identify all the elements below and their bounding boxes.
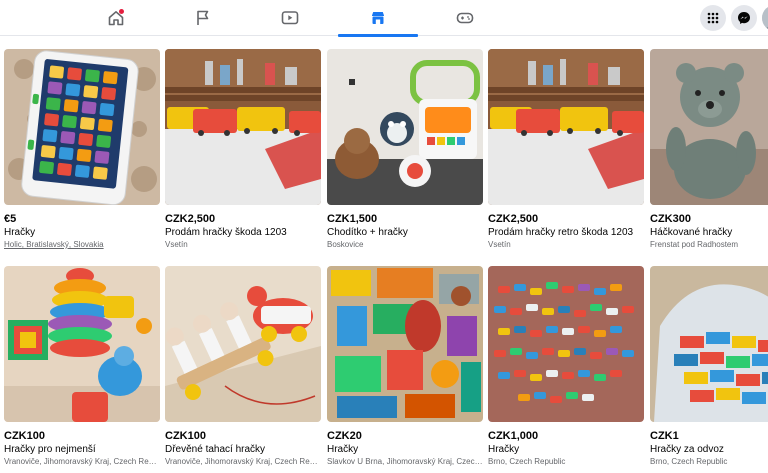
avatar-image: [762, 5, 768, 31]
listing-card[interactable]: CZK300 Háčkované hračky Frenstat pod Rad…: [650, 49, 768, 251]
listing-price: CZK1,000: [488, 430, 539, 442]
listing-card[interactable]: CZK1 Hračky za odvoz Brno, Czech Republi…: [650, 266, 768, 468]
listing-location: Brno, Czech Republic: [650, 457, 728, 466]
crochet-teddy-photo: [650, 49, 768, 205]
menu-grid-icon: [707, 12, 719, 24]
toy-vans-photo: [488, 49, 644, 205]
nav-tab-marketplace[interactable]: [338, 0, 418, 37]
nav-tab-pages[interactable]: [163, 0, 243, 36]
listing-location: Brno, Czech Republic: [488, 457, 566, 466]
listing-location: Vranoviče, Jihomoravský Kraj, Czech Repu…: [165, 457, 321, 466]
listing-title: Hračky za odvoz: [650, 444, 724, 455]
listing-location: Frenstat pod Radhostem: [650, 240, 739, 249]
stacking-toys-photo: [4, 266, 160, 422]
listing-title: Chodítko + hračky: [327, 227, 408, 238]
listing-photo[interactable]: [650, 49, 768, 205]
listing-photo[interactable]: [488, 49, 644, 205]
notification-dot: [119, 9, 124, 14]
listing-location: Holic, Bratislavský, Slovakia: [4, 240, 104, 249]
listing-price: CZK2,500: [488, 213, 539, 225]
listing-title: Prodám hračky škoda 1203: [165, 227, 287, 238]
listing-price: CZK2,500: [165, 213, 216, 225]
pile-of-toys-photo: [327, 266, 483, 422]
messenger-button[interactable]: [731, 5, 757, 31]
listing-price: €5: [4, 213, 17, 225]
listing-photo[interactable]: [165, 49, 321, 205]
flag-icon: [197, 10, 209, 25]
listing-title: Hračky: [4, 227, 36, 238]
listing-photo[interactable]: [327, 49, 483, 205]
tablet-toy-photo: [4, 49, 160, 205]
listing-price: CZK1: [650, 430, 679, 442]
listing-title: Dřevěné tahací hračky: [165, 444, 266, 455]
listing-photo[interactable]: [650, 266, 768, 422]
listing-price: CZK100: [165, 430, 206, 442]
listing-price: CZK20: [327, 430, 362, 442]
listing-card[interactable]: CZK20 Hračky Slavkov U Brna, Jihomoravsk…: [327, 266, 483, 468]
listing-card[interactable]: CZK2,500 Prodám hračky škoda 1203 Vsetín: [165, 49, 321, 251]
menu-button[interactable]: [700, 5, 726, 31]
toy-cars-photo: [488, 266, 644, 422]
profile-avatar[interactable]: [762, 5, 768, 31]
listing-title: Hračky: [488, 444, 520, 455]
nav-tab-watch[interactable]: [250, 0, 330, 36]
listing-location: Boskovice: [327, 240, 364, 249]
listing-card[interactable]: CZK100 Dřevěné tahací hračky Vranoviče, …: [165, 266, 321, 468]
listing-price: CZK100: [4, 430, 45, 442]
listing-photo[interactable]: [327, 266, 483, 422]
nav-tab-home[interactable]: [76, 0, 156, 36]
listing-card[interactable]: CZK2,500 Prodám hračky retro škoda 1203 …: [488, 49, 644, 251]
listing-price: CZK300: [650, 213, 691, 225]
video-icon: [281, 11, 299, 25]
listing-title: Prodám hračky retro škoda 1203: [488, 227, 634, 238]
listing-card[interactable]: CZK1,000 Hračky Brno, Czech Republic: [488, 266, 644, 468]
listing-card[interactable]: €5 Hračky Holic, Bratislavský, Slovakia: [4, 49, 160, 251]
listing-location: Slavkov U Brna, Jihomoravský Kraj, Czech…: [327, 457, 483, 466]
listing-photo[interactable]: [4, 266, 160, 422]
listing-price: CZK1,500: [327, 213, 378, 225]
listing-card[interactable]: CZK1,500 Chodítko + hračky Boskovice: [327, 49, 483, 251]
listing-photo[interactable]: [165, 266, 321, 422]
building-blocks-bag-photo: [650, 266, 768, 422]
gaming-icon: [456, 12, 474, 24]
wooden-pull-toys-photo: [165, 266, 321, 422]
marketplace-icon: [372, 12, 384, 24]
listing-card[interactable]: CZK100 Hračky pro nejmenší Vranoviče, Ji…: [4, 266, 160, 468]
nav-tab-gaming[interactable]: [425, 0, 505, 36]
toy-vans-photo: [165, 49, 321, 205]
listing-location: Vranoviče, Jihomoravský Kraj, Czech Repu…: [4, 457, 160, 466]
listing-photo[interactable]: [488, 266, 644, 422]
listing-location: Vsetín: [165, 240, 188, 249]
messenger-icon: [738, 12, 750, 24]
top-navigation-bar: [0, 0, 768, 37]
listing-title: Hračky: [327, 444, 359, 455]
listing-title: Háčkované hračky: [650, 227, 733, 238]
walker-toys-photo: [327, 49, 483, 205]
listing-title: Hračky pro nejmenší: [4, 444, 96, 455]
listing-photo[interactable]: [4, 49, 160, 205]
listing-location: Vsetín: [488, 240, 511, 249]
